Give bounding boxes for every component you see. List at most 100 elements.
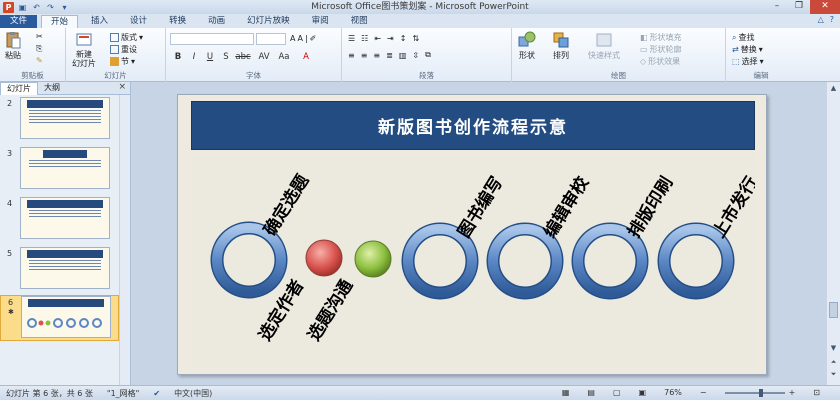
justify-icon[interactable]: ≣ bbox=[386, 51, 393, 60]
slideshow-icon[interactable]: ▣ bbox=[639, 388, 647, 397]
close-button[interactable]: ✕ bbox=[810, 0, 840, 14]
align-center-icon[interactable]: ≡ bbox=[361, 51, 368, 60]
slide-thumbnail-3[interactable]: 3 bbox=[0, 147, 119, 193]
numbering-icon[interactable]: ☷ bbox=[361, 34, 368, 43]
save-icon[interactable]: ▣ bbox=[17, 2, 28, 13]
zoom-in-icon[interactable]: + bbox=[789, 388, 796, 397]
scroll-up-icon[interactable]: ▲ bbox=[827, 84, 840, 92]
tab-design[interactable]: 设计 bbox=[121, 15, 156, 28]
zoom-slider-knob[interactable] bbox=[758, 388, 763, 397]
ring-book-writing[interactable] bbox=[401, 222, 479, 300]
tab-transitions[interactable]: 转换 bbox=[160, 15, 195, 28]
font-size-combo[interactable] bbox=[256, 33, 286, 45]
customize-qat-icon[interactable]: ▾ bbox=[59, 2, 70, 13]
align-text-icon[interactable]: ⇳ bbox=[412, 51, 419, 60]
layout-button[interactable]: 版式 ▾ bbox=[110, 32, 143, 43]
columns-icon[interactable]: ▥ bbox=[399, 51, 407, 60]
tab-file[interactable]: 文件 bbox=[0, 15, 38, 28]
slide-title-box[interactable]: 新版图书创作流程示意 bbox=[191, 101, 755, 150]
reset-button[interactable]: 重设 bbox=[110, 44, 137, 55]
reading-view-icon[interactable]: ▢ bbox=[613, 388, 621, 397]
shape-effects-button[interactable]: ◇ 形状效果 bbox=[640, 56, 680, 67]
line-spacing-icon[interactable]: ↕ bbox=[400, 34, 407, 43]
ring-typeset-print[interactable] bbox=[571, 222, 649, 300]
tab-insert[interactable]: 插入 bbox=[82, 15, 117, 28]
fit-to-window-icon[interactable]: ⊡ bbox=[813, 388, 820, 397]
shapes-button[interactable]: 形状 bbox=[518, 31, 536, 61]
format-painter-button[interactable]: ✎ bbox=[36, 56, 43, 65]
slide-scrollbar[interactable]: ▲ ▼ ⏶ ⏷ bbox=[826, 82, 840, 385]
tab-home[interactable]: 开始 bbox=[41, 15, 79, 28]
decrease-indent-icon[interactable]: ⇤ bbox=[374, 34, 381, 43]
help-icon[interactable]: ? bbox=[830, 15, 834, 24]
font-grow-shrink[interactable]: A A | ✐ bbox=[290, 34, 316, 43]
arrange-button[interactable]: 排列 bbox=[552, 31, 570, 61]
ring-confirm-topic[interactable] bbox=[210, 221, 288, 299]
italic-button[interactable]: I bbox=[188, 52, 200, 62]
zoom-out-icon[interactable]: − bbox=[700, 388, 707, 397]
powerpoint-logo-icon[interactable]: P bbox=[3, 1, 14, 13]
minimize-button[interactable]: – bbox=[766, 0, 788, 14]
text-direction-icon[interactable]: ⇅ bbox=[412, 34, 419, 43]
new-slide-button[interactable]: 新建 幻灯片 bbox=[72, 31, 96, 68]
scroll-thumb[interactable] bbox=[829, 302, 838, 318]
layout-icon bbox=[110, 33, 119, 42]
char-spacing-button[interactable]: AV bbox=[258, 52, 270, 62]
process-diagram[interactable]: 确定选题 图书编写 编辑审校 排版印刷 上市发行 选定作者 选题沟通 bbox=[191, 155, 755, 369]
section-button[interactable]: 节 ▾ bbox=[110, 56, 135, 67]
slide-thumbnail-2[interactable]: 2 bbox=[0, 97, 119, 143]
redo-icon[interactable]: ↷ bbox=[45, 2, 56, 13]
select-button[interactable]: ⬚ 选择 ▾ bbox=[732, 56, 764, 67]
slide-canvas[interactable]: 新版图书创作流程示意 确定选题 图书编写 编辑审校 排版印刷 上市发行 选定作者… bbox=[177, 94, 767, 375]
spellcheck-icon[interactable]: ✔ bbox=[153, 389, 160, 398]
status-language[interactable]: 中文(中国) bbox=[174, 388, 212, 399]
strikethrough-button[interactable]: abc bbox=[234, 52, 252, 62]
close-pane-icon[interactable]: × bbox=[118, 82, 126, 92]
dot-select-author[interactable] bbox=[305, 239, 343, 277]
zoom-slider[interactable] bbox=[724, 388, 785, 397]
change-case-button[interactable]: Aa bbox=[278, 52, 290, 62]
tab-slides-pane[interactable]: 幻灯片 bbox=[0, 81, 38, 95]
prev-slide-icon[interactable]: ⏶ bbox=[827, 358, 840, 367]
align-right-icon[interactable]: ≡ bbox=[373, 51, 380, 60]
undo-icon[interactable]: ↶ bbox=[31, 2, 42, 13]
increase-indent-icon[interactable]: ⇥ bbox=[387, 34, 394, 43]
minimize-ribbon-icon[interactable]: △ bbox=[818, 15, 824, 24]
shape-fill-button[interactable]: ◧ 形状填充 bbox=[640, 32, 682, 43]
ring-edit-review[interactable] bbox=[486, 222, 564, 300]
cut-button[interactable]: ✂ bbox=[36, 32, 43, 41]
font-color-button[interactable]: A bbox=[300, 52, 312, 62]
quick-styles-button[interactable]: 快速样式 bbox=[588, 31, 620, 61]
bullets-icon[interactable]: ☰ bbox=[348, 34, 355, 43]
ring-market-release[interactable] bbox=[657, 222, 735, 300]
find-button[interactable]: ⌕ 查找 bbox=[732, 32, 754, 43]
replace-button[interactable]: ⇄ 替换 ▾ bbox=[732, 44, 763, 55]
tab-view[interactable]: 视图 bbox=[342, 15, 377, 28]
smartart-icon[interactable]: ⧉ bbox=[425, 50, 431, 60]
zoom-level[interactable]: 76% bbox=[664, 388, 682, 397]
thumb-image bbox=[20, 247, 110, 289]
normal-view-icon[interactable]: ▦ bbox=[562, 388, 570, 397]
shadow-button[interactable]: S bbox=[220, 52, 232, 62]
dot-topic-communication[interactable] bbox=[354, 240, 392, 278]
font-name-combo[interactable] bbox=[170, 33, 254, 45]
tab-outline-pane[interactable]: 大纲 bbox=[38, 82, 66, 94]
slides-pane-scrollbar[interactable] bbox=[119, 95, 130, 385]
slide-sorter-icon[interactable]: ▤ bbox=[587, 388, 595, 397]
paste-button[interactable]: 粘贴 bbox=[4, 31, 22, 61]
slide-thumbnail-6[interactable]: 6 ✱ bbox=[0, 295, 119, 341]
underline-button[interactable]: U bbox=[204, 52, 216, 62]
shape-outline-button[interactable]: ▭ 形状轮廓 bbox=[640, 44, 682, 55]
restore-button[interactable]: ❐ bbox=[788, 0, 810, 14]
slide-thumbnail-4[interactable]: 4 bbox=[0, 197, 119, 243]
status-theme[interactable]: "1_网格" bbox=[107, 388, 139, 399]
align-left-icon[interactable]: ≡ bbox=[348, 51, 355, 60]
copy-button[interactable]: ⎘ bbox=[36, 44, 42, 54]
scroll-down-icon[interactable]: ▼ bbox=[827, 344, 840, 352]
next-slide-icon[interactable]: ⏷ bbox=[827, 370, 840, 379]
tab-animations[interactable]: 动画 bbox=[199, 15, 234, 28]
bold-button[interactable]: B bbox=[172, 52, 184, 62]
tab-slideshow[interactable]: 幻灯片放映 bbox=[238, 15, 299, 28]
slide-thumbnail-5[interactable]: 5 bbox=[0, 247, 119, 293]
tab-review[interactable]: 审阅 bbox=[303, 15, 338, 28]
